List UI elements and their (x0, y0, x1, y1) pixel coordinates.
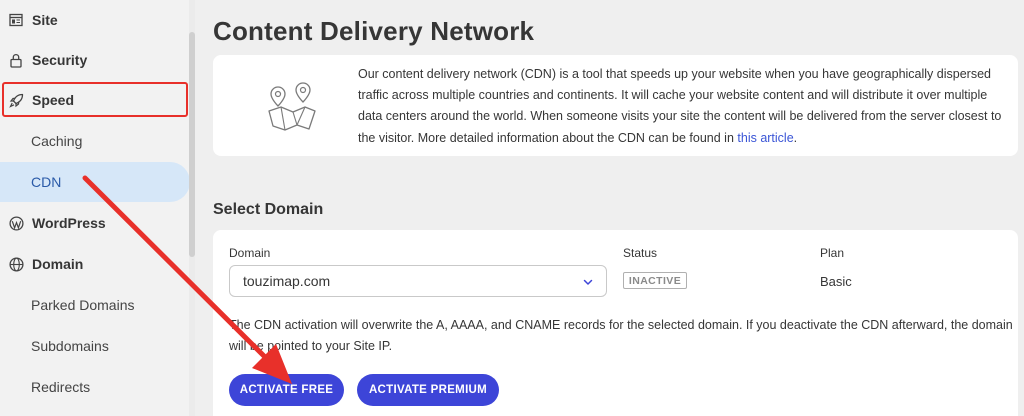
domain-column-label: Domain (229, 246, 271, 260)
this-article-link[interactable]: this article (737, 131, 793, 145)
domain-select-value: touzimap.com (243, 273, 331, 289)
map-pins-icon (263, 81, 321, 133)
sidebar-item-domain[interactable]: Domain (0, 244, 190, 284)
sidebar-item-label: WordPress (32, 215, 106, 231)
sidebar: Site Security Speed Caching CDN WordPres… (0, 0, 195, 416)
cdn-description-end: . (793, 130, 798, 145)
activation-notice: The CDN activation will overwrite the A,… (229, 318, 1013, 354)
plan-column-label: Plan (820, 246, 845, 260)
cdn-description-text: Our content delivery network (CDN) is a … (358, 67, 1002, 145)
sidebar-item-site[interactable]: Site (0, 0, 190, 40)
sidebar-item-cdn[interactable]: CDN (0, 162, 190, 202)
sidebar-item-label: Domain (32, 256, 84, 272)
sidebar-item-label: Parked Domains (31, 297, 135, 313)
sidebar-item-wordpress[interactable]: WordPress (0, 203, 190, 243)
sidebar-item-label: Redirects (31, 379, 91, 395)
chevron-down-icon (582, 275, 594, 287)
sidebar-item-redirects[interactable]: Redirects (0, 367, 190, 407)
sidebar-item-subdomains[interactable]: Subdomains (0, 326, 190, 366)
activate-free-button[interactable]: ACTIVATE FREE (229, 374, 344, 406)
select-domain-card: Domain Status Plan touzimap.com INACTIVE… (213, 230, 1018, 416)
sidebar-item-label: Security (32, 52, 88, 68)
cdn-description: Our content delivery network (CDN) is a … (358, 64, 1008, 149)
page-title: Content Delivery Network (213, 16, 535, 46)
wordpress-icon (8, 215, 24, 231)
cdn-info-card: Our content delivery network (CDN) is a … (213, 55, 1018, 156)
status-badge: INACTIVE (623, 272, 687, 289)
site-icon (8, 12, 24, 28)
sidebar-item-label: Caching (31, 133, 83, 149)
sidebar-item-parked-domains[interactable]: Parked Domains (0, 285, 190, 325)
domain-select[interactable]: touzimap.com (229, 265, 607, 297)
sidebar-item-label: Site (32, 12, 58, 28)
select-domain-title: Select Domain (213, 201, 324, 218)
sidebar-item-caching[interactable]: Caching (0, 121, 190, 161)
sidebar-item-label: CDN (31, 174, 62, 190)
sidebar-scrollbar-thumb[interactable] (189, 32, 195, 257)
speed-highlight-box (2, 82, 188, 117)
sidebar-item-label: Subdomains (31, 338, 109, 354)
sidebar-item-security[interactable]: Security (0, 40, 190, 80)
status-column-label: Status (623, 246, 658, 260)
plan-value: Basic (820, 274, 852, 289)
globe-icon (8, 256, 24, 272)
lock-icon (8, 52, 24, 68)
activate-premium-button[interactable]: ACTIVATE PREMIUM (357, 374, 499, 406)
